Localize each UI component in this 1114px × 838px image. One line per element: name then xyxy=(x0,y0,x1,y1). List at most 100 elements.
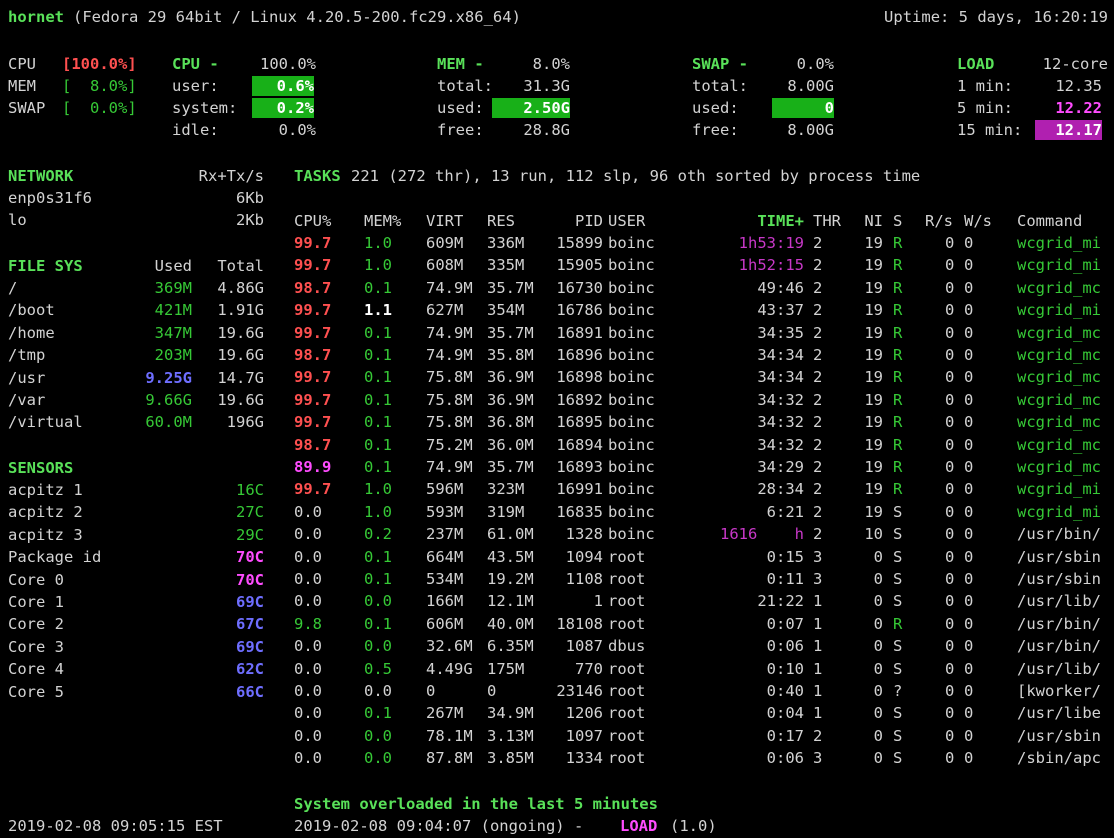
process-threads: 2 xyxy=(813,278,823,297)
sensor-name: acpitz 2 xyxy=(8,503,83,522)
cpu-total: 100.0% xyxy=(260,55,316,73)
process-status: S xyxy=(893,570,903,588)
process-read-rate: 0 xyxy=(945,368,955,387)
process-cpu: 98.7 xyxy=(294,435,332,454)
col-header-user[interactable]: USER xyxy=(608,210,645,232)
process-status: R xyxy=(893,390,903,409)
col-header-time[interactable]: TIME+ xyxy=(720,210,804,232)
process-cpu: 99.7 xyxy=(294,390,332,409)
process-write-rate: 0 xyxy=(964,525,974,544)
sensor-value: 66C xyxy=(236,682,264,701)
network-iface-name: lo xyxy=(8,211,27,229)
sensor-name: acpitz 1 xyxy=(8,481,83,499)
col-header-status[interactable]: S xyxy=(893,210,902,232)
process-cpu: 0.0 xyxy=(294,547,322,566)
swap-total-label: total: xyxy=(692,77,748,95)
process-cpu: 0.0 xyxy=(294,637,322,656)
process-nice: 19 xyxy=(864,234,883,252)
process-cpu: 9.8 xyxy=(294,614,322,633)
filesys-mount: /var xyxy=(8,391,46,409)
process-mem: 0.1 xyxy=(364,570,392,588)
process-time: 34:35 xyxy=(757,323,804,342)
process-status: S xyxy=(893,637,903,656)
process-command: wcgrid_mi xyxy=(1017,234,1101,252)
process-read-rate: 0 xyxy=(945,346,955,364)
col-header-mem[interactable]: MEM% xyxy=(364,210,401,232)
process-read-rate: 0 xyxy=(945,525,955,544)
process-nice: 19 xyxy=(864,502,883,521)
col-header-virt[interactable]: VIRT xyxy=(426,210,463,232)
col-header-command[interactable]: Command xyxy=(1017,210,1082,232)
process-pid: 1 xyxy=(593,592,603,611)
col-header-pid[interactable]: PID xyxy=(545,210,603,232)
uptime: Uptime: 5 days, 16:20:19 xyxy=(884,8,1108,26)
col-header-res[interactable]: RES xyxy=(487,210,515,232)
sensor-value: 70C xyxy=(236,548,264,567)
process-cpu: 99.7 xyxy=(294,323,332,342)
process-cpu: 0.0 xyxy=(294,659,322,678)
mem-used-value: 2.50G xyxy=(492,98,570,118)
process-user: boinc xyxy=(608,278,655,297)
ql-cpu-label: CPU xyxy=(8,55,36,73)
mem-free-label: free: xyxy=(437,121,484,139)
load-15min-value: 12.17 xyxy=(1035,120,1102,140)
process-user: root xyxy=(608,704,646,723)
col-header-thr[interactable]: THR xyxy=(813,210,841,232)
process-virt: 32.6M xyxy=(426,637,473,656)
filesys-used: 9.66G xyxy=(145,391,192,409)
process-virt: 534M xyxy=(426,570,464,588)
process-write-rate: 0 xyxy=(964,435,974,454)
process-nice: 19 xyxy=(864,458,883,476)
col-header-read-rate[interactable]: R/s xyxy=(925,210,953,232)
filesys-title: FILE SYS xyxy=(8,257,83,275)
col-header-cpu[interactable]: CPU% xyxy=(294,210,331,232)
process-time: 34:32 xyxy=(757,435,804,454)
load-15min-label: 15 min: xyxy=(957,121,1023,139)
process-mem: 0.0 xyxy=(364,682,392,700)
process-res: 36.9M xyxy=(487,390,534,409)
cpu-system-label: system: xyxy=(172,99,238,117)
process-virt: 74.9M xyxy=(426,458,473,476)
process-virt: 4.49G xyxy=(426,659,473,678)
process-cpu: 0.0 xyxy=(294,704,322,723)
footer-datetime: 2019-02-08 09:05:15 EST xyxy=(8,817,223,835)
process-pid: 1108 xyxy=(565,570,603,588)
process-virt: 74.9M xyxy=(426,346,473,364)
process-write-rate: 0 xyxy=(964,637,974,656)
process-write-rate: 0 xyxy=(964,570,974,588)
process-mem: 0.5 xyxy=(364,659,392,678)
process-threads: 3 xyxy=(813,749,823,768)
process-nice: 19 xyxy=(864,480,883,499)
cpu-user-value: 0.6% xyxy=(252,76,314,96)
filesys-total-header: Total xyxy=(217,257,264,275)
process-virt: 75.8M xyxy=(426,390,473,409)
load-5min-label: 5 min: xyxy=(957,99,1013,117)
process-command: wcgrid_mi xyxy=(1017,480,1101,499)
process-res: 36.8M xyxy=(487,413,534,432)
process-threads: 2 xyxy=(813,368,823,387)
process-nice: 19 xyxy=(864,413,883,432)
col-header-write-rate[interactable]: W/s xyxy=(964,210,992,232)
process-virt: 609M xyxy=(426,234,464,252)
sensors-title: SENSORS xyxy=(8,459,74,477)
process-user: boinc xyxy=(608,346,655,364)
process-write-rate: 0 xyxy=(964,390,974,409)
process-user: root xyxy=(608,614,646,633)
process-threads: 1 xyxy=(813,614,823,633)
process-pid: 770 xyxy=(575,659,603,678)
process-mem: 0.1 xyxy=(364,278,392,297)
sensor-name: Core 5 xyxy=(8,682,64,701)
process-time: 0:06 xyxy=(766,749,804,768)
process-pid: 16895 xyxy=(556,413,603,432)
col-header-ni[interactable]: NI xyxy=(855,210,883,232)
filesys-mount: /tmp xyxy=(8,346,46,365)
process-nice: 19 xyxy=(864,323,883,342)
process-threads: 2 xyxy=(813,435,823,454)
process-cpu: 0.0 xyxy=(294,592,322,611)
cpu-title: CPU - xyxy=(172,55,219,73)
process-res: 0 xyxy=(487,682,497,700)
process-status: S xyxy=(893,502,903,521)
load-1min-value: 12.35 xyxy=(1055,77,1102,95)
sensor-value: 70C xyxy=(236,570,264,589)
process-virt: 87.8M xyxy=(426,749,473,768)
